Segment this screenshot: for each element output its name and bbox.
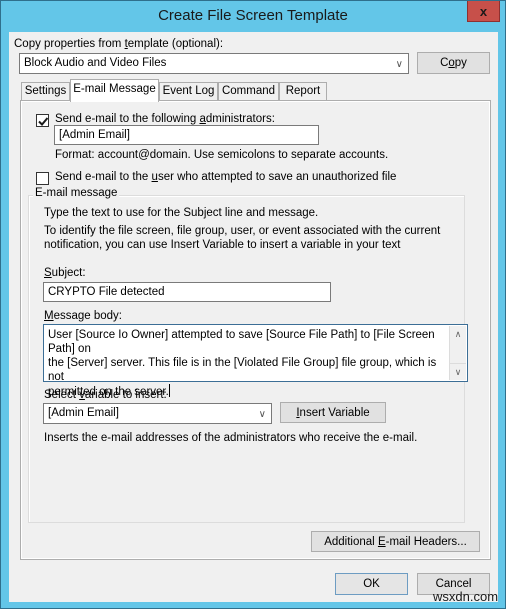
subject-label-accel: S	[44, 267, 52, 279]
additional-headers-button[interactable]: Additional E-mail Headers...	[311, 531, 480, 552]
window-title: Create File Screen Template	[158, 7, 348, 24]
close-button[interactable]: x	[467, 1, 500, 22]
admins-email-input[interactable]: [Admin Email]	[54, 125, 319, 145]
send-user-label-post: ser who attempted to save an unauthorize…	[157, 171, 397, 183]
scroll-up-icon[interactable]: ∧	[450, 326, 466, 343]
tab-report[interactable]: Report	[279, 82, 327, 101]
tab-email-message[interactable]: E-mail Message	[70, 79, 159, 102]
close-icon: x	[479, 3, 488, 19]
insert-variable-button[interactable]: Insert Variable	[280, 402, 386, 423]
title-bar[interactable]: Create File Screen Template x	[1, 1, 505, 32]
message-body-line: the [Server] server. This file is in the…	[48, 357, 437, 383]
variable-label-post: ariable to insert:	[84, 389, 167, 401]
message-body-label: Message body:	[44, 310, 122, 322]
email-message-panel: Send e-mail to the following administrat…	[20, 100, 491, 560]
send-user-checkbox[interactable]	[36, 172, 49, 185]
subject-label: Subject:	[44, 267, 86, 279]
subject-input[interactable]: CRYPTO File detected	[43, 282, 331, 302]
template-label: Copy properties from template (optional)…	[14, 38, 223, 50]
insert-variable-label-post: nsert Variable	[299, 407, 370, 419]
variable-select[interactable]: [Admin Email] ∨	[43, 403, 272, 424]
template-select[interactable]: Block Audio and Video Files ∨	[19, 53, 409, 74]
variable-label-pre: Select	[44, 389, 80, 401]
tab-command[interactable]: Command	[218, 82, 279, 101]
headers-label-accel: E	[377, 536, 386, 548]
send-admins-label-post: dministrators:	[205, 113, 275, 125]
send-admins-label-pre: Send e-mail to the following	[55, 113, 200, 125]
chevron-down-icon: ∨	[395, 59, 403, 70]
checkmark-icon	[38, 117, 49, 126]
instructions-variable-line1: To identify the file screen, file group,…	[44, 225, 441, 237]
send-user-label[interactable]: Send e-mail to the user who attempted to…	[55, 171, 396, 183]
scroll-down-icon[interactable]: ∨	[450, 363, 466, 380]
ok-button[interactable]: OK	[335, 573, 408, 595]
variable-description: Inserts the e-mail addresses of the admi…	[44, 432, 418, 444]
headers-label-pre: Additional	[324, 536, 378, 548]
headers-label-post: -mail Headers...	[385, 536, 467, 548]
copy-label-post: py	[454, 57, 467, 69]
dialog-window: Create File Screen Template x Copy prope…	[0, 0, 506, 609]
variable-select-value: [Admin Email]	[48, 407, 119, 419]
chevron-down-icon: ∨	[258, 409, 266, 420]
copy-button[interactable]: Copy	[417, 52, 490, 74]
message-body-label-accel: M	[44, 310, 54, 322]
instructions-variable-line2: notification, you can use Insert Variabl…	[44, 239, 401, 251]
message-body-line: User [Source Io Owner] attempted to save…	[48, 329, 435, 355]
template-select-value: Block Audio and Video Files	[24, 57, 167, 69]
message-body-textarea[interactable]: User [Source Io Owner] attempted to save…	[43, 324, 468, 398]
tab-event-log[interactable]: Event Log	[159, 82, 218, 101]
format-hint: Format: account@domain. Use semicolons t…	[55, 149, 389, 161]
send-admins-label[interactable]: Send e-mail to the following administrat…	[55, 113, 275, 125]
send-admins-checkbox[interactable]	[36, 114, 49, 127]
dialog-client: Copy properties from template (optional)…	[9, 32, 498, 602]
message-body-scrollbar[interactable]: ∧ ∨	[449, 326, 466, 380]
template-label-pre: Copy properties from	[14, 38, 125, 50]
subject-label-post: ubject:	[51, 267, 86, 279]
email-message-group-title: E-mail message	[33, 187, 120, 199]
instructions-subject: Type the text to use for the Subject lin…	[44, 207, 319, 219]
variable-select-label: Select variable to insert:	[44, 389, 167, 401]
template-label-post: emplate (optional):	[127, 38, 224, 50]
watermark: wsxdn.com	[433, 589, 499, 604]
message-body-label-post: essage body:	[53, 310, 123, 322]
send-user-label-pre: Send e-mail to the	[55, 171, 152, 183]
text-caret	[168, 384, 170, 397]
tab-settings[interactable]: Settings	[21, 82, 70, 101]
